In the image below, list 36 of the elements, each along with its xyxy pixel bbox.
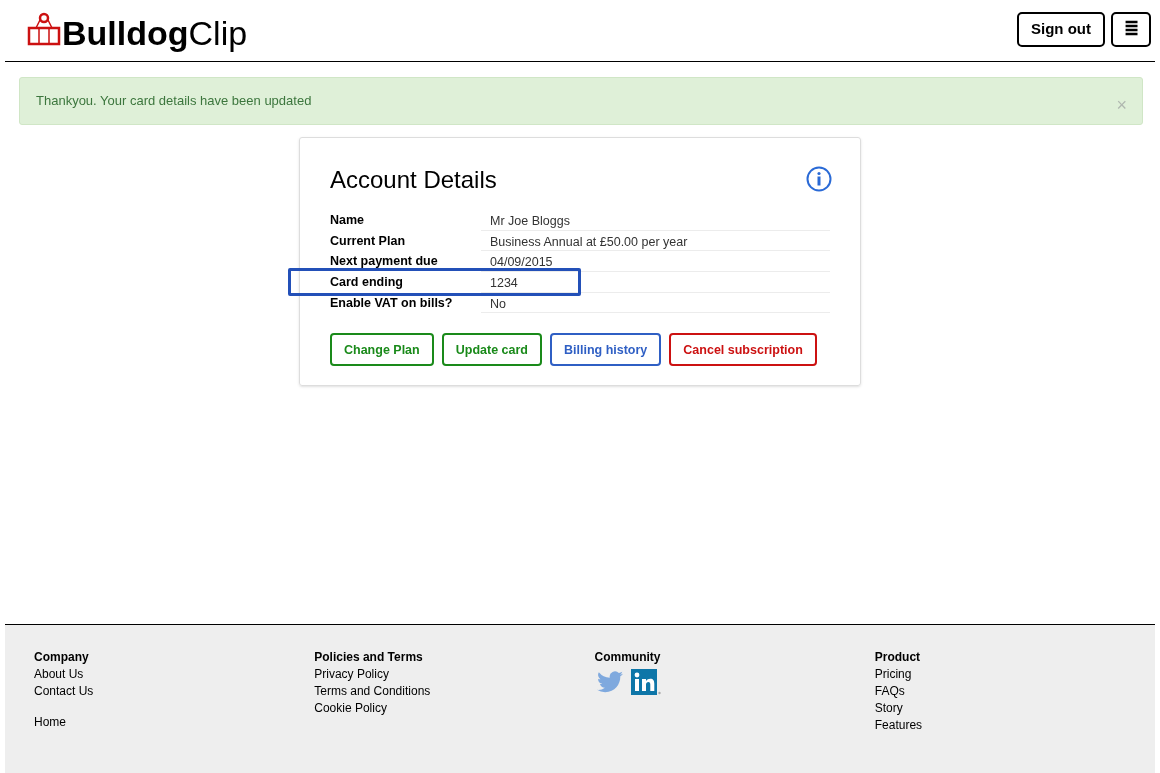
field-label: Next payment due bbox=[330, 253, 439, 271]
footer-link[interactable]: Contact Us bbox=[34, 683, 94, 700]
footer-link[interactable]: Home bbox=[34, 714, 66, 731]
field-label: Enable VAT on bills? bbox=[330, 294, 454, 312]
footer-link[interactable]: Features bbox=[874, 717, 923, 734]
card-title: Account Details bbox=[330, 165, 497, 195]
footer-link[interactable]: Pricing bbox=[874, 666, 912, 683]
footer-link[interactable]: Story bbox=[874, 700, 903, 717]
info-icon[interactable] bbox=[806, 166, 832, 192]
action-button[interactable]: Update card bbox=[441, 333, 542, 367]
action-button[interactable]: Cancel subscription bbox=[669, 333, 817, 367]
field-label: Name bbox=[330, 212, 366, 229]
footer-link[interactable]: Cookie Policy bbox=[314, 700, 387, 717]
menu-button[interactable]: ≣ bbox=[1111, 12, 1151, 47]
action-button[interactable]: Change Plan bbox=[330, 333, 434, 367]
field-value: Business Annual at £50.00 per year bbox=[481, 230, 830, 252]
sign-out-button[interactable]: Sign out bbox=[1017, 12, 1105, 47]
field-label: Card ending bbox=[330, 274, 404, 292]
footer-heading: Company bbox=[34, 649, 90, 666]
field-value: 04/09/2015 bbox=[481, 251, 830, 273]
field-value: Mr Joe Bloggs bbox=[481, 210, 830, 231]
footer-heading: Community bbox=[594, 649, 662, 666]
footer-link[interactable]: About Us bbox=[34, 666, 84, 683]
footer-heading: Policies and Terms bbox=[314, 649, 424, 666]
logo-text: BulldogClip bbox=[62, 15, 248, 50]
action-button[interactable]: Billing history bbox=[549, 333, 662, 367]
field-value: No bbox=[481, 292, 830, 314]
footer-heading: Product bbox=[874, 649, 922, 666]
alert-message: Thankyou. Your card details have been updated bbox=[36, 92, 312, 111]
footer-link[interactable]: Terms and Conditions bbox=[314, 683, 431, 700]
linkedin-icon[interactable] bbox=[630, 669, 661, 695]
field-label: Current Plan bbox=[330, 232, 406, 250]
binder-clip-icon bbox=[27, 11, 61, 46]
field-value: 1234 bbox=[481, 272, 830, 293]
footer-link[interactable]: Privacy Policy bbox=[314, 666, 389, 683]
footer-link[interactable]: FAQs bbox=[874, 683, 905, 700]
